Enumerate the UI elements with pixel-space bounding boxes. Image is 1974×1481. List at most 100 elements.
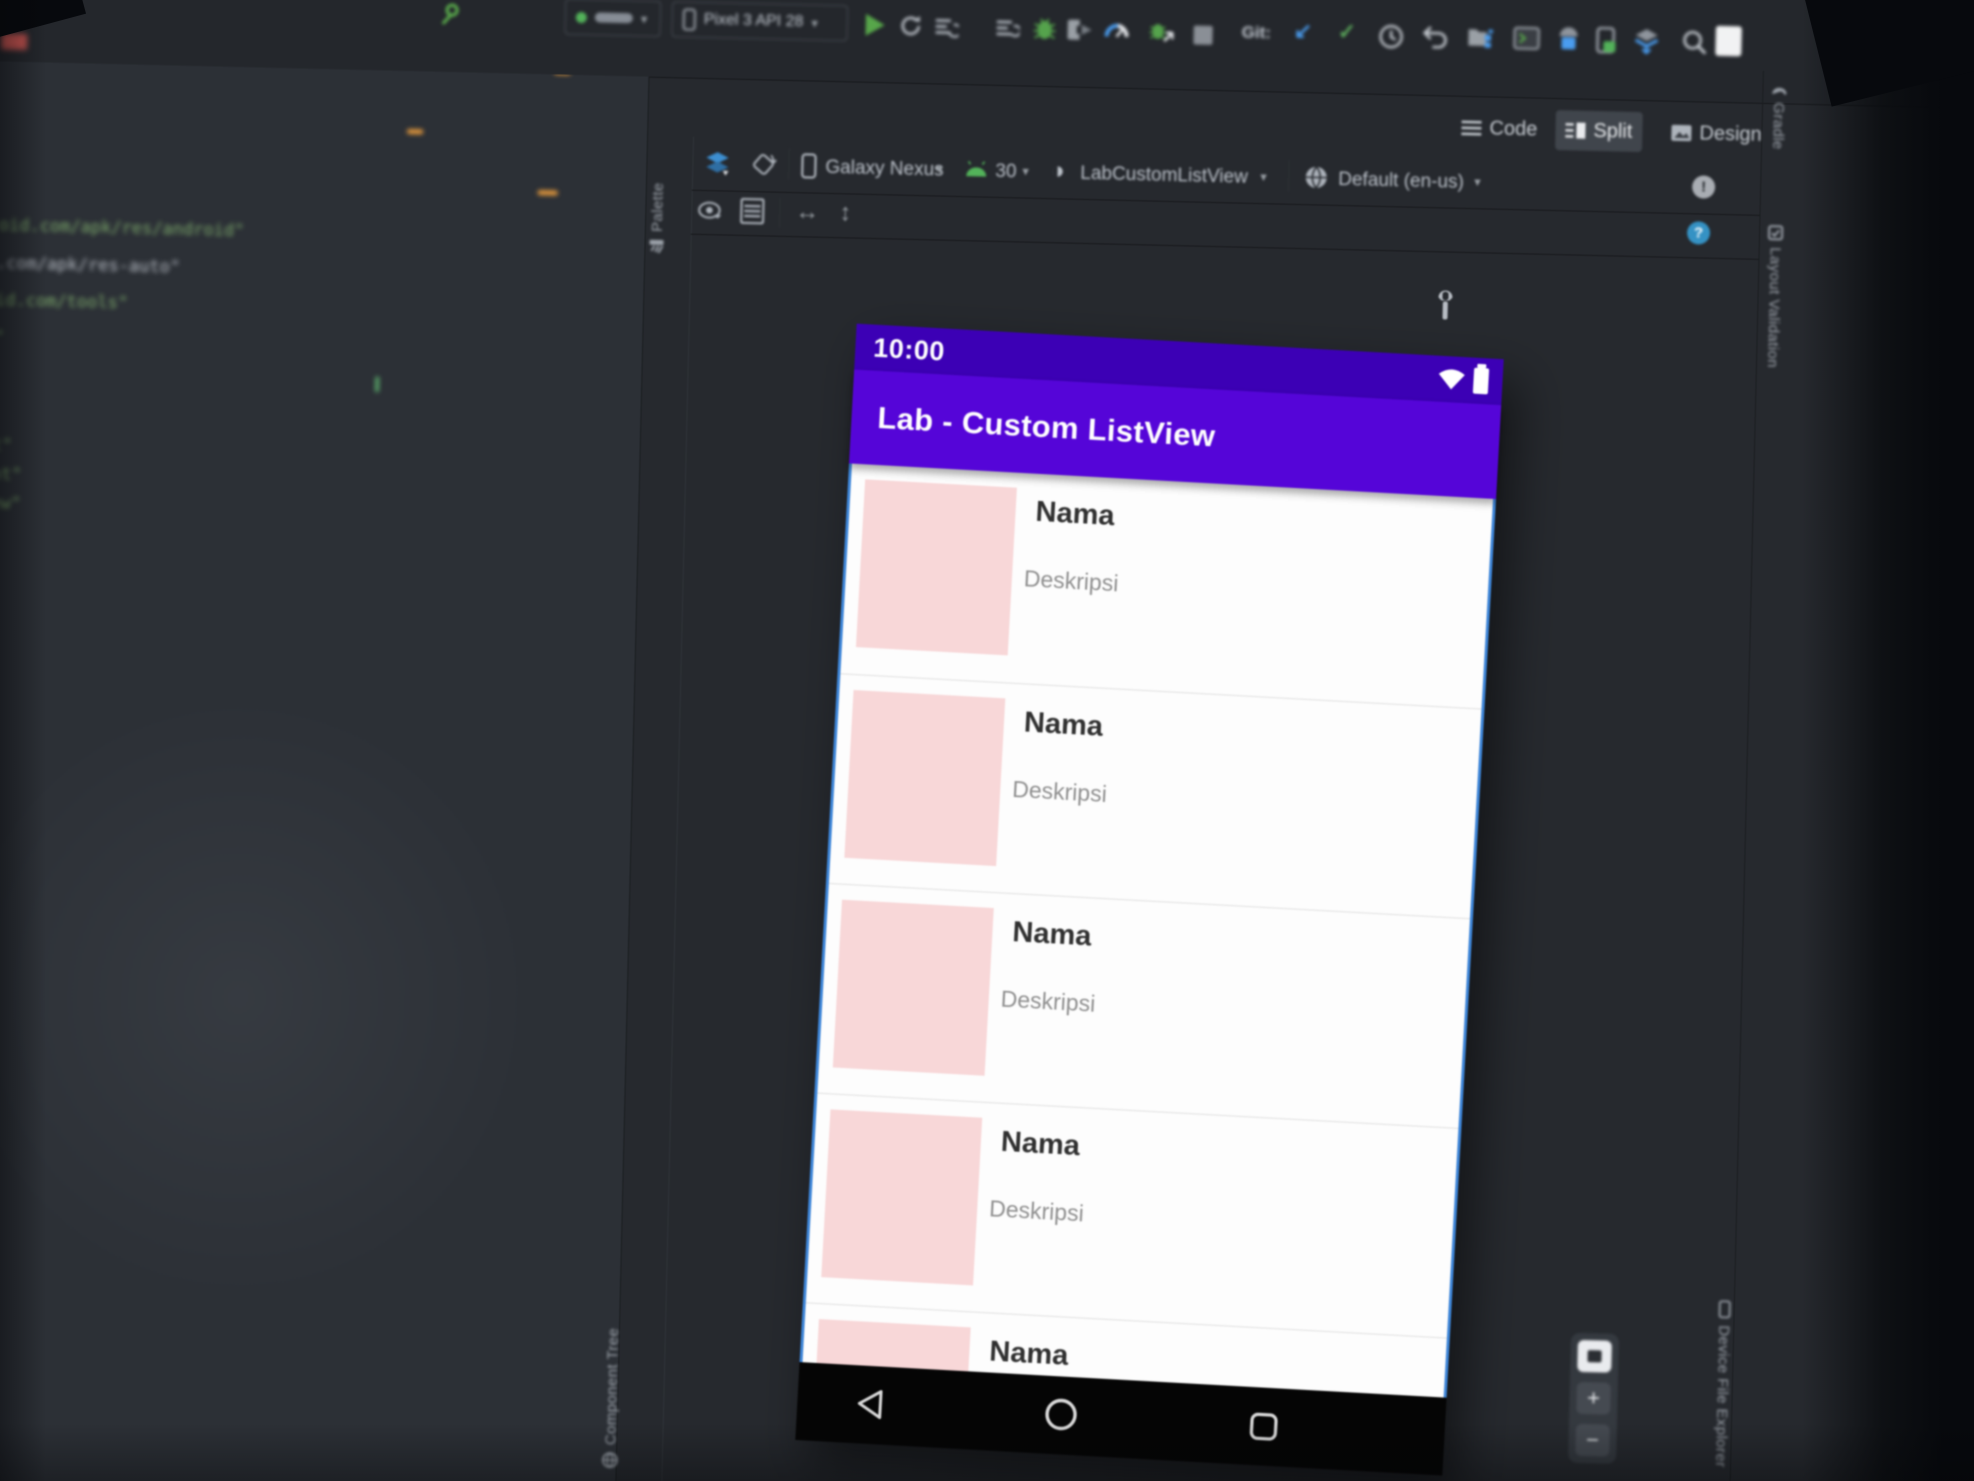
search-everywhere-icon[interactable] xyxy=(1681,29,1708,56)
tool-tab-gradle-label: Gradle xyxy=(1769,102,1788,150)
layout-validation-icon xyxy=(1767,225,1784,241)
list-item[interactable]: Nama Deskripsi xyxy=(817,882,1470,1128)
view-options-eye-icon[interactable] xyxy=(697,198,724,225)
phone-icon xyxy=(682,8,696,31)
tool-tab-component-tree-label: Component Tree xyxy=(602,1327,622,1446)
list-item[interactable]: Nama Deskripsi xyxy=(805,1092,1459,1338)
code-line: " xyxy=(0,327,5,348)
device-file-explorer-icon xyxy=(1718,1300,1731,1319)
sdk-manager-icon[interactable] xyxy=(1633,28,1660,55)
restart-activity-icon[interactable] xyxy=(897,13,924,40)
code-editor-panel[interactable]: oid.com/apk/res/android" .com/apk/res-aut… xyxy=(0,59,649,1481)
tool-tab-gradle[interactable]: Gradle xyxy=(1768,83,1788,211)
list-item[interactable]: Nama Deskripsi xyxy=(840,464,1493,709)
profiler-icon[interactable] xyxy=(1103,16,1130,43)
palette-icon xyxy=(650,239,665,254)
tab-design-label: Design xyxy=(1699,121,1762,146)
module-name-blurred xyxy=(594,12,633,24)
locale-globe-icon xyxy=(1305,166,1327,189)
stop-button[interactable] xyxy=(1189,21,1216,48)
device-target-select[interactable]: Pixel 3 API 28 ▾ xyxy=(671,1,849,42)
chevron-down-icon: ▾ xyxy=(1474,174,1481,190)
avd-manager-icon[interactable] xyxy=(1555,26,1582,53)
error-tab-marker xyxy=(0,33,28,51)
chevron-down-icon: ▾ xyxy=(1022,163,1030,179)
blueprint-list-icon[interactable] xyxy=(739,197,766,225)
item-name: Nama xyxy=(1011,916,1093,953)
tab-design[interactable]: Design xyxy=(1661,113,1772,156)
render-wrench-icon xyxy=(1438,290,1453,320)
theme-icon: ◑ xyxy=(1050,157,1066,185)
custom-listview[interactable]: Nama Deskripsi Nama Deskripsi Nama Deskripsi N… xyxy=(799,463,1497,1398)
orientation-icon[interactable] xyxy=(750,151,777,178)
code-line: ew" xyxy=(0,493,22,514)
attach-debugger-icon[interactable] xyxy=(1067,17,1094,44)
rollback-icon[interactable] xyxy=(1421,24,1448,51)
item-name: Nama xyxy=(1023,706,1104,743)
git-commit-icon[interactable]: ✓ xyxy=(1337,19,1356,44)
tab-code-label: Code xyxy=(1489,116,1538,141)
project-structure-icon[interactable] xyxy=(1467,24,1494,51)
zoom-in-button[interactable]: + xyxy=(1576,1381,1611,1415)
tool-tab-layout-validation[interactable]: Layout Validation xyxy=(1763,225,1784,413)
code-line: oid.com/apk/res/android" xyxy=(0,215,245,242)
code-line: t" xyxy=(0,435,13,456)
design-surface-icon[interactable] xyxy=(704,150,731,177)
item-image-placeholder xyxy=(832,899,994,1076)
device-dropdown[interactable]: Galaxy Nexus xyxy=(825,157,944,182)
item-name: Nama xyxy=(1000,1125,1081,1163)
tool-tab-device-file-explorer-label: Device File Explorer xyxy=(1711,1325,1733,1468)
warning-stripe-marker xyxy=(554,59,571,75)
git-update-icon[interactable]: ↙ xyxy=(1293,18,1312,43)
notification-square-icon[interactable] xyxy=(1715,25,1742,57)
git-label: Git: xyxy=(1241,22,1272,43)
locale-dropdown[interactable]: Default (en-us) xyxy=(1338,169,1464,194)
help-icon[interactable]: ? xyxy=(1686,221,1711,245)
nav-recents-button[interactable] xyxy=(1248,1411,1280,1443)
nav-home-button[interactable] xyxy=(1042,1396,1080,1434)
api-level-dropdown[interactable]: 30 xyxy=(995,161,1017,183)
device-preview[interactable]: 10:00 Lab - Custom ListView Nama Deskrips… xyxy=(795,323,1504,1476)
render-issues-badge[interactable]: ! xyxy=(1691,175,1716,199)
zoom-out-button[interactable]: − xyxy=(1575,1423,1610,1457)
item-name: Nama xyxy=(1034,495,1116,533)
tab-code[interactable]: Code xyxy=(1451,108,1548,150)
design-image-icon xyxy=(1671,124,1692,142)
nav-back-button[interactable] xyxy=(854,1387,884,1420)
apply-code-changes-icon[interactable] xyxy=(994,16,1021,43)
component-tree-icon xyxy=(602,1452,619,1469)
app-title: Lab - Custom ListView xyxy=(876,399,1217,454)
run-button[interactable] xyxy=(861,12,888,39)
attach-profiler-icon[interactable] xyxy=(1147,17,1174,44)
item-image-placeholder xyxy=(821,1109,983,1286)
design-toolbar-divider-2 xyxy=(690,233,1759,260)
swap-height-icon[interactable]: ↕ xyxy=(839,199,852,227)
swap-width-icon[interactable]: ↔ xyxy=(795,198,820,227)
divider xyxy=(788,147,790,180)
zoom-to-fit-button[interactable] xyxy=(1577,1339,1612,1373)
wifi-icon xyxy=(1438,369,1465,390)
tool-tab-palette[interactable]: Palette xyxy=(648,143,668,255)
tool-tab-palette-label: Palette xyxy=(648,182,667,233)
device-phone-icon xyxy=(801,153,817,179)
gradle-sync-icon[interactable] xyxy=(440,1,467,28)
screenshot-root: ▾ Pixel 3 API 28 ▾ Git: ↙ ✓ Code Split D… xyxy=(0,0,1974,1481)
tool-tab-layout-validation-label: Layout Validation xyxy=(1763,247,1784,369)
tool-tab-component-tree[interactable]: Component Tree xyxy=(602,1290,623,1469)
history-icon[interactable] xyxy=(1377,23,1404,50)
run-config-module-chip[interactable]: ▾ xyxy=(564,0,662,37)
apply-changes-icon[interactable] xyxy=(933,14,960,41)
code-line: nt" xyxy=(0,464,22,485)
right-strip-divider xyxy=(1726,70,1764,1481)
logcat-terminal-icon[interactable] xyxy=(1513,25,1540,52)
device-manager-icon[interactable] xyxy=(1593,26,1620,54)
divider xyxy=(778,197,781,228)
item-desc: Deskripsi xyxy=(1000,985,1096,1017)
palette-strip-divider xyxy=(659,136,695,1481)
list-item[interactable]: Nama Deskripsi xyxy=(828,673,1482,919)
item-desc: Deskripsi xyxy=(988,1195,1085,1227)
item-desc: Deskripsi xyxy=(1023,565,1120,597)
theme-dropdown[interactable]: LabCustomListView xyxy=(1080,163,1248,189)
debug-button[interactable] xyxy=(1031,15,1058,42)
tab-split[interactable]: Split xyxy=(1554,110,1643,153)
